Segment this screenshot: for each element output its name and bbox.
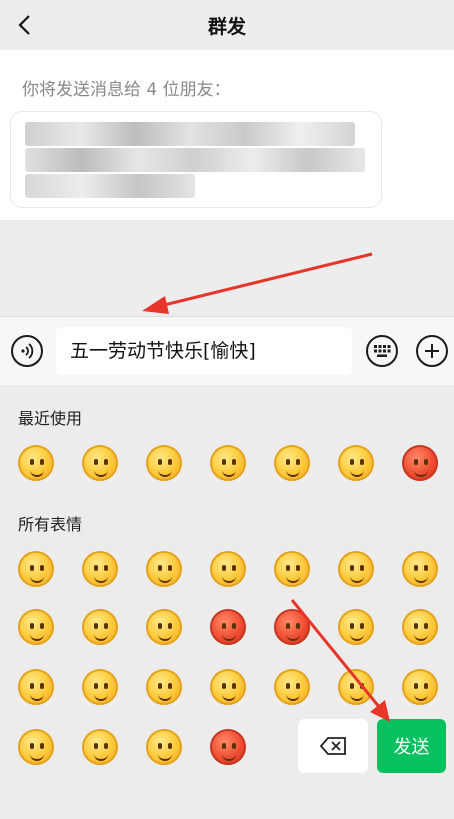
emoji-item[interactable] [210,729,246,765]
recent-emoji-title: 最近使用 [18,409,83,428]
plus-button[interactable] [416,335,448,367]
top-bar: 群发 [0,0,454,50]
emoji-item[interactable] [338,445,374,481]
emoji-item[interactable] [146,445,182,481]
blurred-recipient [25,174,195,198]
emoji-item[interactable] [18,669,54,705]
emoji-item[interactable] [338,669,374,705]
all-emoji-title: 所有表情 [18,515,83,534]
emoji-item[interactable] [82,729,118,765]
emoji-item[interactable] [146,669,182,705]
emoji-item[interactable] [18,445,54,481]
emoji-item[interactable] [82,669,118,705]
page-title: 群发 [207,16,246,38]
recipients-box[interactable] [10,111,382,208]
blurred-recipient [25,148,365,172]
emoji-item[interactable] [210,609,246,645]
emoji-item[interactable] [18,729,54,765]
blurred-recipient [25,122,355,146]
keyboard-icon [374,345,391,357]
emoji-item[interactable] [146,551,182,587]
emoji-item[interactable] [210,445,246,481]
emoji-item[interactable] [18,551,54,587]
emoji-item[interactable] [274,669,310,705]
emoji-item[interactable] [210,551,246,587]
emoji-item[interactable] [146,609,182,645]
emoji-item[interactable] [274,609,310,645]
send-button[interactable]: 发送 [377,719,446,773]
emoji-item[interactable] [82,551,118,587]
emoji-item[interactable] [82,445,118,481]
emoji-item[interactable] [402,669,438,705]
backspace-icon [319,737,346,755]
input-bar: 五一劳动节快乐[愉快] [0,316,454,386]
recipients-section: 你将发送消息给 4 位朋友： [0,50,454,220]
emoji-item[interactable] [338,609,374,645]
empty-area [0,220,454,316]
recipients-label: 你将发送消息给 4 位朋友： [22,80,231,100]
plus-icon [425,344,439,358]
emoji-item[interactable] [402,609,438,645]
emoji-item[interactable] [82,609,118,645]
emoji-item[interactable] [402,551,438,587]
message-input[interactable]: 五一劳动节快乐[愉快] [56,327,352,375]
delete-button[interactable] [298,719,368,773]
keyboard-button[interactable] [366,335,398,367]
emoji-item[interactable] [274,551,310,587]
voice-button[interactable] [11,335,43,367]
emoji-item[interactable] [402,445,438,481]
emoji-item[interactable] [18,609,54,645]
voice-icon [21,343,34,359]
emoji-item[interactable] [146,729,182,765]
emoji-item[interactable] [210,669,246,705]
emoji-item[interactable] [274,445,310,481]
emoji-item[interactable] [338,551,374,587]
